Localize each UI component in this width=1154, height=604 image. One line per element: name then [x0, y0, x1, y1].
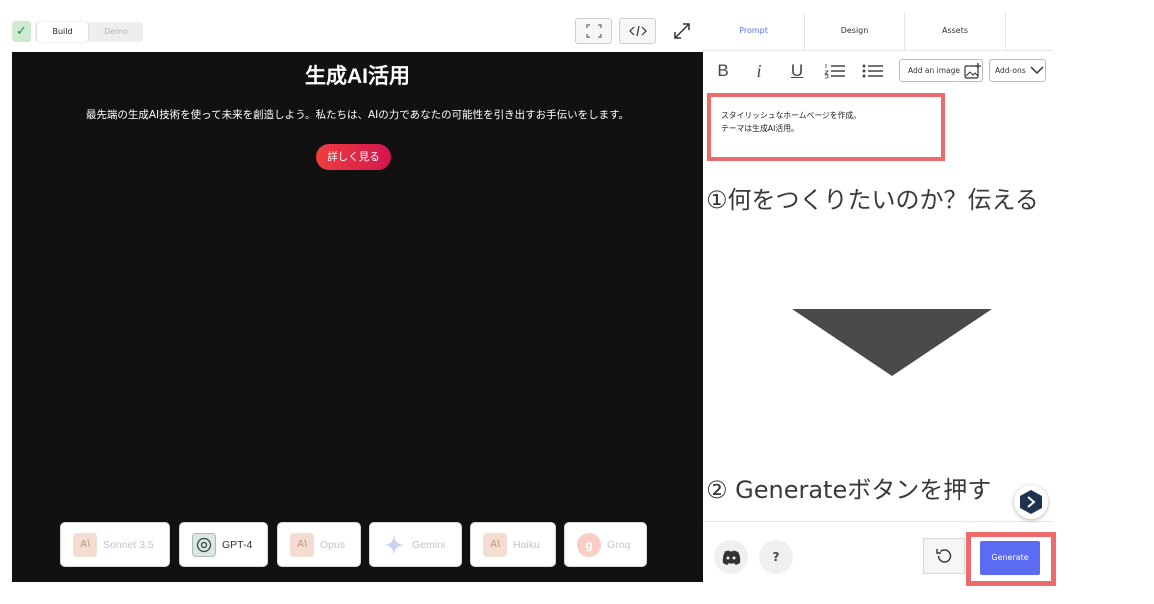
model-label: GPT-4 — [222, 538, 253, 551]
model-label: Groq — [607, 538, 631, 551]
tab-assets[interactable]: Assets — [905, 12, 1006, 51]
assistant-fab[interactable] — [1014, 485, 1048, 519]
ordered-list-button[interactable] — [823, 60, 847, 82]
bullet-list-button[interactable] — [861, 60, 885, 82]
build-mode-button[interactable]: Build — [37, 22, 88, 42]
anthropic-icon: A\ — [73, 532, 97, 557]
openai-icon — [192, 532, 216, 557]
model-label: Sonnet 3.5 — [103, 538, 154, 551]
addons-dropdown[interactable]: Add-ons — [989, 59, 1046, 82]
divider — [703, 521, 1053, 522]
generate-highlight: Generate — [966, 532, 1056, 586]
view-code-button[interactable] — [619, 18, 656, 44]
hero-title: 生成AI活用 — [305, 65, 410, 88]
anthropic-icon: A\ — [290, 532, 314, 557]
groq-icon: g — [577, 532, 601, 557]
fullscreen-button[interactable] — [575, 18, 612, 44]
model-gemini-button[interactable]: Gemini — [369, 522, 462, 567]
gemini-icon — [382, 533, 406, 557]
model-label: Opus — [320, 538, 346, 551]
step1-annotation: ①何をつくりたいのか？伝える — [706, 186, 1039, 214]
add-image-button[interactable]: Add an image — [899, 59, 983, 82]
prompt-line: スタイリッシュなホームページを作成。 — [721, 111, 861, 120]
learn-more-button[interactable]: 詳しく見る — [316, 144, 391, 170]
italic-button[interactable]: i — [748, 60, 770, 82]
generate-button[interactable]: Generate — [980, 541, 1040, 575]
history-icon — [936, 549, 952, 563]
mode-toggle: Build Demo — [35, 22, 143, 42]
check-icon: ✓ — [12, 21, 31, 42]
help-button[interactable]: ? — [759, 540, 793, 574]
hero-subtitle: 最先端の生成AI技術を使って未来を創造しよう。私たちは、AIの力であなたの可能性… — [85, 109, 630, 121]
tab-prompt[interactable]: Prompt — [703, 12, 804, 51]
ordered-list-icon — [824, 64, 845, 79]
add-image-icon — [964, 62, 981, 79]
underline-button[interactable]: U — [786, 60, 808, 82]
model-sonnet-button[interactable]: A\ Sonnet 3.5 — [60, 522, 170, 567]
demo-mode-button[interactable]: Demo — [92, 22, 140, 42]
step2-annotation: ② Generateボタンを押す — [706, 476, 992, 504]
bold-button[interactable]: B — [712, 60, 734, 82]
prompt-input[interactable]: スタイリッシュなホームページを作成。 テーマは生成AI活用。 — [707, 93, 945, 161]
panel-tabs: Prompt Design Assets — [703, 12, 1053, 51]
history-button[interactable] — [923, 538, 965, 574]
expand-icon — [674, 23, 690, 39]
model-opus-button[interactable]: A\ Opus — [277, 522, 361, 567]
prompt-line: テーマは生成AI活用。 — [721, 124, 799, 133]
addons-label: Add-ons — [995, 66, 1026, 75]
model-gpt4-button[interactable]: GPT-4 — [179, 522, 268, 567]
prompt-text: スタイリッシュなホームページを作成。 テーマは生成AI活用。 — [721, 109, 861, 135]
fullscreen-icon — [586, 24, 601, 38]
expand-button[interactable] — [670, 19, 694, 43]
tab-design[interactable]: Design — [804, 12, 905, 51]
arrow-down-icon — [792, 309, 992, 376]
model-groq-button[interactable]: g Groq — [564, 522, 647, 567]
website-preview: 生成AI活用 最先端の生成AI技術を使って未来を創造しよう。私たちは、AIの力で… — [12, 52, 703, 582]
code-icon — [628, 25, 647, 37]
assistant-icon — [1020, 490, 1042, 514]
bullet-list-icon — [862, 64, 883, 78]
discord-button[interactable] — [714, 540, 748, 574]
model-haiku-button[interactable]: A\ Haiku — [470, 522, 556, 567]
add-image-label: Add an image — [908, 66, 960, 75]
anthropic-icon: A\ — [483, 532, 507, 557]
discord-icon — [722, 550, 741, 565]
model-label: Haiku — [513, 538, 540, 551]
model-label: Gemini — [412, 538, 446, 551]
chevron-down-icon — [1030, 66, 1044, 75]
